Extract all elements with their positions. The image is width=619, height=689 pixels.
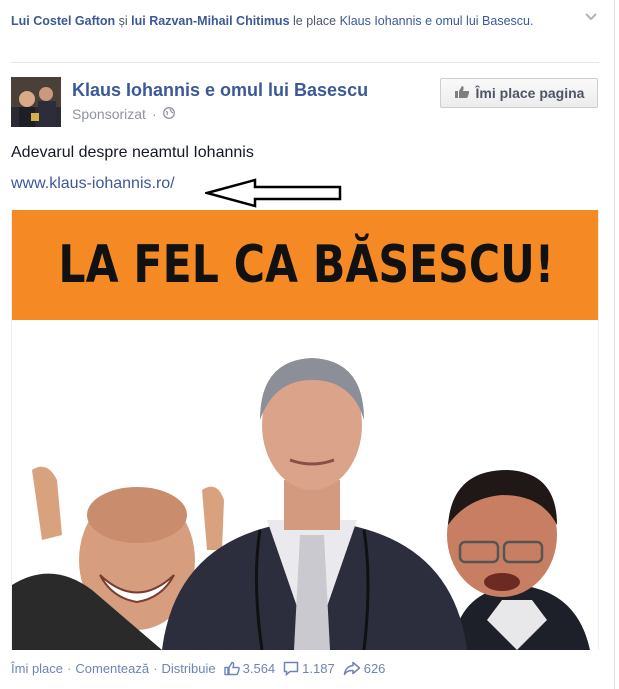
comments-count: 1.187 xyxy=(302,661,335,676)
like-page-button[interactable]: Îmi place pagina xyxy=(440,78,598,108)
comments-count-stat[interactable]: 1.187 xyxy=(283,661,335,676)
social-context: Lui Costel Gafton și lui Razvan-Mihail C… xyxy=(11,12,571,31)
conjunction-text: și xyxy=(118,14,128,28)
separator-1: · xyxy=(67,661,72,676)
page-title-link[interactable]: Klaus Iohannis e omul lui Basescu xyxy=(72,80,368,101)
banner-text: LA FEL CA BĂSESCU! xyxy=(58,235,554,295)
share-arrow-icon xyxy=(343,661,361,676)
ad-banner: LA FEL CA BĂSESCU! xyxy=(12,210,598,320)
ad-photo xyxy=(12,320,598,650)
shares-count: 626 xyxy=(363,661,386,676)
globe-icon xyxy=(162,106,175,122)
comment-icon xyxy=(283,661,299,676)
sponsored-label[interactable]: Sponsorizat xyxy=(72,106,146,122)
comment-action-link[interactable]: Comentează xyxy=(75,661,149,676)
sponsored-row: Sponsorizat · xyxy=(72,106,175,122)
friend-link-2[interactable]: lui Razvan-Mihail Chitimus xyxy=(131,14,289,28)
likes-count-stat[interactable]: 3.564 xyxy=(223,661,276,676)
thumbs-up-icon xyxy=(223,661,240,676)
thumbs-up-icon xyxy=(454,85,470,102)
shares-count-stat[interactable]: 626 xyxy=(343,661,386,676)
ad-image[interactable]: LA FEL CA BĂSESCU! xyxy=(11,210,599,650)
post-link[interactable]: www.klaus-iohannis.ro/ xyxy=(11,175,175,193)
like-action-link[interactable]: Îmi place xyxy=(11,661,63,676)
share-action-link[interactable]: Distribuie xyxy=(161,661,215,676)
post-text: Adevarul despre neamtul Iohannis xyxy=(11,144,254,161)
dot-separator: · xyxy=(151,106,157,122)
post-actions-bar: Îmi place · Comentează · Distribuie 3.56… xyxy=(11,661,385,676)
likes-verb-text: le place xyxy=(293,14,337,28)
friend-link-1[interactable]: Lui Costel Gafton xyxy=(11,14,115,28)
chevron-down-icon[interactable] xyxy=(582,10,600,24)
like-page-label: Îmi place pagina xyxy=(475,85,585,101)
page-link-context[interactable]: Klaus Iohannis e omul lui Basescu. xyxy=(340,14,534,28)
arrow-annotation-icon xyxy=(202,178,345,213)
divider xyxy=(11,62,599,63)
separator-2: · xyxy=(153,661,158,676)
likes-count: 3.564 xyxy=(242,661,276,676)
page-avatar[interactable] xyxy=(11,77,61,127)
sponsored-post-card: Lui Costel Gafton și lui Razvan-Mihail C… xyxy=(0,0,615,689)
